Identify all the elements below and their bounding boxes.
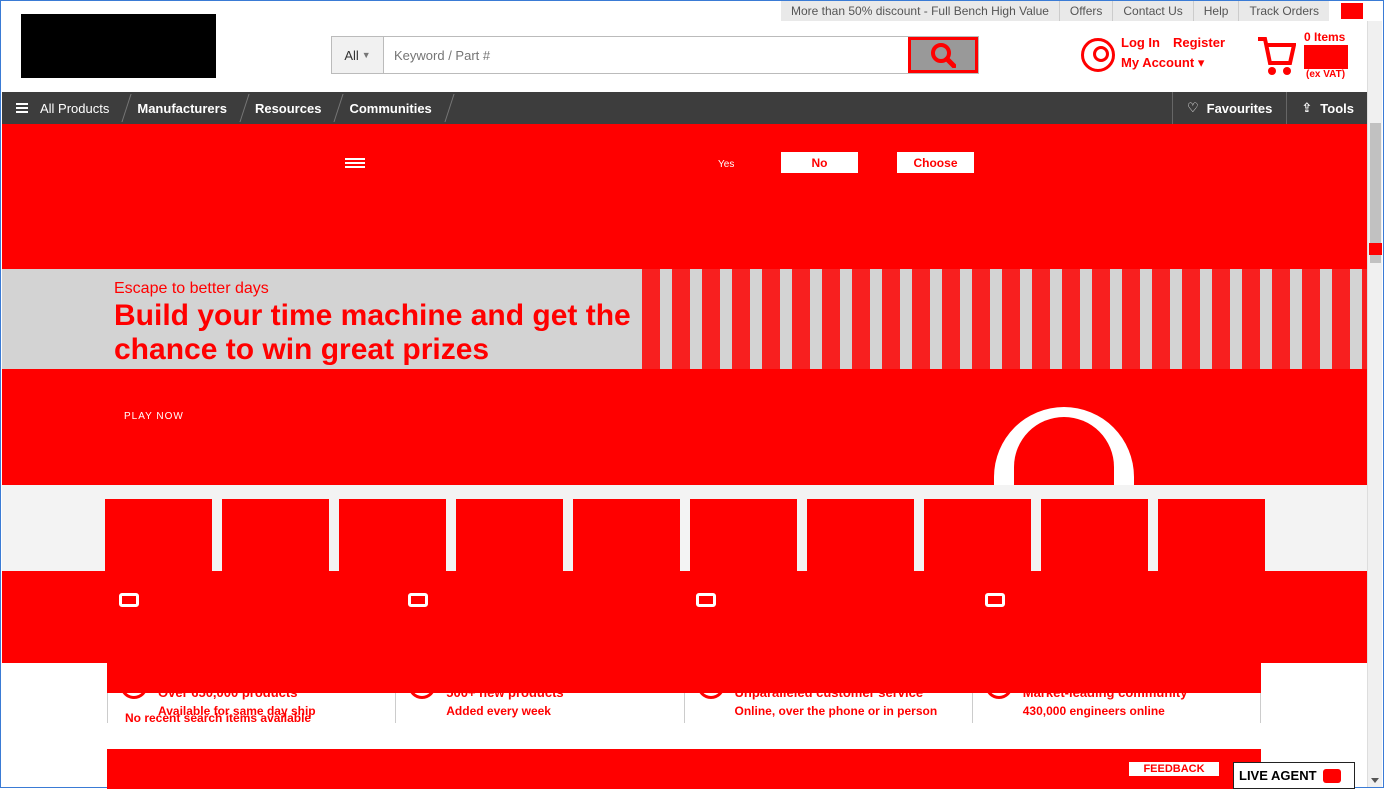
- search-category-label: All: [344, 47, 359, 63]
- nav-manufacturers-label: Manufacturers: [137, 100, 227, 116]
- new-product-icon: [407, 593, 428, 607]
- value-prop-subtitle: Added every week: [446, 704, 551, 718]
- nav-tools-label: Tools: [1320, 100, 1354, 116]
- hero-no-button[interactable]: No: [781, 152, 858, 173]
- recent-search-empty: No recent search items available: [125, 711, 312, 725]
- search-button[interactable]: [908, 37, 978, 73]
- hero-choose-button[interactable]: Choose: [897, 152, 974, 173]
- site-logo[interactable]: [21, 14, 216, 78]
- login-link[interactable]: Log In: [1121, 35, 1160, 50]
- nav-all-products[interactable]: All Products: [2, 92, 132, 124]
- nav-communities[interactable]: Communities: [335, 92, 455, 124]
- offers-link[interactable]: Offers: [1058, 1, 1113, 21]
- nav-resources-label: Resources: [254, 100, 322, 116]
- country-flag-icon[interactable]: [1341, 3, 1363, 19]
- nav-manufacturers[interactable]: Manufacturers: [123, 92, 250, 124]
- menu-icon: [345, 158, 365, 170]
- value-prop-subtitle: 430,000 engineers online: [1022, 704, 1165, 718]
- hero-yes-label: Yes: [718, 159, 735, 170]
- cart-widget[interactable]: 0 Items (ex VAT): [1256, 31, 1356, 81]
- value-prop-subtitle: Online, over the phone or in person: [734, 704, 938, 718]
- chevron-down-icon: ▼: [361, 50, 371, 60]
- page-scrollbar[interactable]: [1367, 21, 1382, 787]
- value-prop: Market-leading community: [973, 591, 1262, 611]
- play-now-link[interactable]: PLAY NOW: [124, 411, 184, 422]
- utility-bar: More than 50% discount - Full Bench High…: [781, 1, 1367, 21]
- nav-communities-label: Communities: [349, 100, 432, 116]
- help-link[interactable]: Help: [1192, 1, 1239, 21]
- search-bar: All ▼: [331, 36, 979, 74]
- scroll-down-icon[interactable]: [1371, 778, 1379, 783]
- hero-banner-bottom: PLAY NOW: [2, 369, 1368, 485]
- cart-vat-note: (ex VAT): [1306, 69, 1346, 80]
- hero-banner-top: Yes No Choose: [2, 124, 1368, 269]
- support-icon: [696, 593, 716, 607]
- hero-artwork: [642, 269, 1368, 369]
- search-icon: [931, 43, 956, 68]
- nav-all-products-label: All Products: [40, 100, 110, 116]
- value-prop-title: Over 650,000 products: [157, 593, 297, 608]
- chat-bubble-icon: [1322, 768, 1341, 783]
- nav-resources[interactable]: Resources: [241, 92, 344, 124]
- value-prop-title: 500+ new products: [445, 593, 563, 608]
- live-agent-label: LIVE AGENT: [1239, 768, 1317, 783]
- hero-title[interactable]: Build your time machine and get the chan…: [114, 299, 674, 367]
- search-category-select[interactable]: All ▼: [332, 37, 384, 73]
- footer-band: [107, 749, 1261, 789]
- hero-kicker: Escape to better days: [114, 280, 269, 297]
- live-agent-button[interactable]: LIVE AGENT: [1233, 762, 1355, 789]
- search-input[interactable]: [384, 37, 908, 73]
- user-icon[interactable]: [1081, 38, 1115, 72]
- value-prop-title: Market-leading community: [1022, 593, 1188, 608]
- promo-strip: [2, 571, 1368, 663]
- main-nav: All Products Manufacturers Resources Com…: [2, 92, 1368, 124]
- value-prop: 500+ new products: [396, 591, 685, 611]
- hamburger-icon: [16, 103, 28, 113]
- box-icon: [119, 593, 139, 607]
- nav-tools[interactable]: ⇪ Tools: [1286, 92, 1368, 124]
- scroll-marker: [1369, 243, 1382, 255]
- cart-count: 0 Items: [1304, 30, 1346, 44]
- community-icon: [984, 593, 1005, 607]
- scrollbar-thumb[interactable]: [1370, 123, 1381, 263]
- share-icon: ⇪: [1301, 100, 1313, 115]
- contact-us-link[interactable]: Contact Us: [1112, 1, 1193, 21]
- value-props-band: [107, 663, 1261, 693]
- account-area: Log In Register My Account ▾: [1081, 35, 1241, 77]
- my-account-label: My Account: [1121, 55, 1195, 70]
- register-link[interactable]: Register: [1173, 35, 1225, 50]
- value-prop-title: Unparalleled customer service: [734, 593, 923, 608]
- my-account-menu[interactable]: My Account ▾: [1121, 55, 1204, 71]
- value-prop: Over 650,000 products: [107, 591, 396, 611]
- nav-favourites[interactable]: ♡ Favourites: [1171, 92, 1286, 124]
- track-orders-link[interactable]: Track Orders: [1238, 1, 1329, 21]
- value-props-overlay: Over 650,000 products 500+ new products …: [107, 591, 1261, 611]
- cart-total: [1304, 45, 1348, 69]
- cart-icon: [1258, 37, 1296, 75]
- hero-figure-image: [994, 407, 1134, 485]
- heart-icon: ♡: [1186, 100, 1199, 115]
- nav-favourites-label: Favourites: [1206, 100, 1273, 116]
- nav-divider: [444, 94, 455, 122]
- promo-link[interactable]: More than 50% discount - Full Bench High…: [781, 1, 1059, 21]
- value-prop: Unparalleled customer service: [684, 591, 973, 611]
- feedback-button[interactable]: FEEDBACK: [1129, 762, 1219, 776]
- chevron-down-icon: ▾: [1197, 55, 1205, 70]
